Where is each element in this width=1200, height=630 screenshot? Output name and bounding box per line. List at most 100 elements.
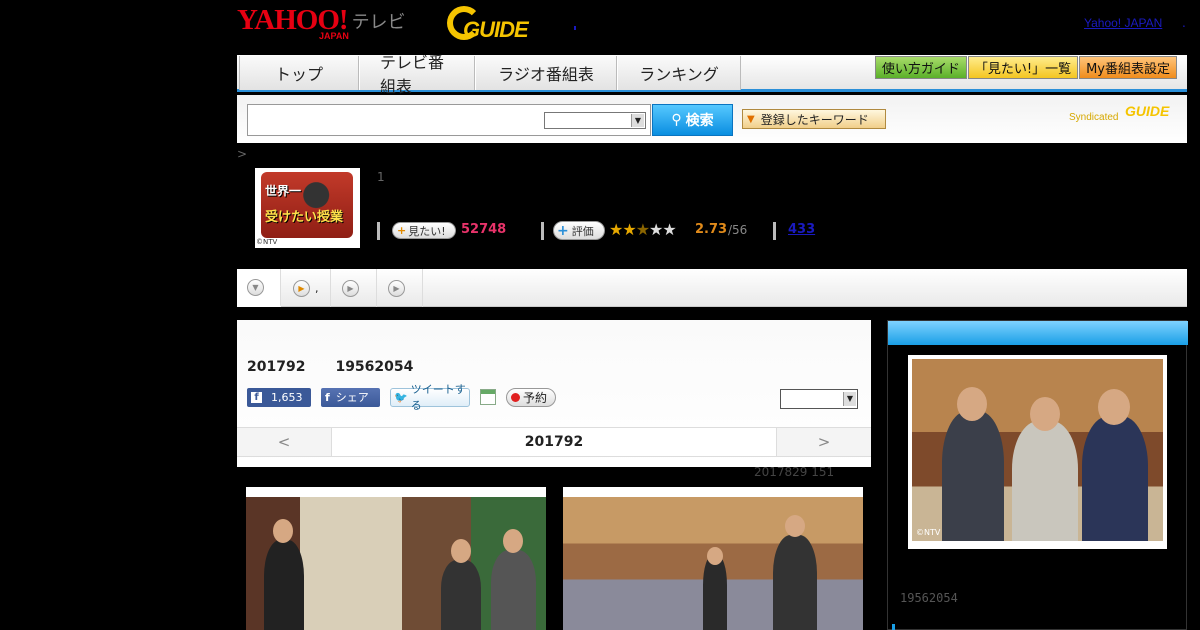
search-bar: ▼ ⚲ 検索 ▼ 登録したキーワード Syndicated GUIDE	[237, 95, 1187, 143]
twitter-bird-icon: 🐦	[394, 390, 408, 404]
play-icon: ▶	[388, 279, 405, 297]
chevron-down-icon: ▼	[843, 392, 856, 406]
person-head	[503, 529, 523, 553]
tab-top[interactable]: トップ	[239, 56, 359, 90]
hosts-photo-image: ©NTV	[912, 359, 1163, 541]
sidebar-episode-id: 19562054	[900, 591, 958, 605]
tab-radio-schedule[interactable]: ラジオ番組表	[475, 56, 617, 90]
sidebar-panel: ©NTV 19562054	[887, 320, 1188, 630]
person-figure	[773, 535, 817, 630]
rating-count: /56	[728, 223, 748, 237]
facebook-like-count: 1,653	[271, 390, 303, 404]
episode-photo-1[interactable]	[246, 487, 546, 630]
pager-next-button[interactable]: >	[776, 428, 871, 456]
yahoo-tv-logo[interactable]: YAHOO! JAPAN テレビ	[237, 6, 406, 42]
calendar-add-icon[interactable]	[480, 389, 496, 405]
search-category-select[interactable]: ▼	[544, 112, 646, 129]
saved-keywords-label: 登録したキーワード	[760, 112, 869, 127]
syndicated-gguide-logo: GUIDE	[1125, 103, 1170, 119]
star-filled-icon: ★★	[609, 220, 637, 239]
rate-button-label: 評価	[571, 224, 594, 238]
facebook-like-button[interactable]: f 1,653	[247, 387, 311, 407]
chevron-down-icon: ▼	[631, 114, 644, 127]
program-tab-strip: ▼ ▶ , ▶ ▶	[237, 269, 1187, 307]
tweet-button[interactable]: 🐦 ツイートする	[390, 383, 470, 412]
program-thumbnail[interactable]: 世界一 受けたい授業 ©NTV	[255, 168, 360, 248]
want-to-watch-button[interactable]: + 見たい!	[392, 222, 456, 239]
program-logo-line1: 世界一	[265, 184, 302, 198]
person-figure	[1012, 421, 1078, 541]
star-half-icon: ★	[635, 220, 650, 239]
person-figure	[1082, 416, 1148, 541]
tab-item-2[interactable]: ▶ ,	[283, 269, 331, 307]
divider	[773, 222, 776, 240]
pager-current-date: 201792	[332, 428, 776, 456]
person-head	[273, 519, 293, 543]
episode-date: 201792	[247, 359, 306, 375]
header-trailing-dot: .	[1182, 16, 1186, 30]
sidebar-photo-copyright: ©NTV	[916, 528, 941, 537]
rating-value: 2.73	[695, 222, 728, 237]
yahoo-japan-link[interactable]: Yahoo! JAPAN	[1084, 16, 1162, 30]
tweet-label: ツイートする	[410, 383, 466, 412]
tab-episodes[interactable]: ▼	[237, 269, 281, 307]
syndicated-text: Syndicated	[1069, 112, 1119, 123]
chevron-down-icon: ▼	[247, 278, 264, 296]
sidebar-photo[interactable]: ©NTV	[908, 355, 1167, 549]
rating-stars: ★★★★★	[609, 220, 677, 239]
tab-item-2-label: ,	[315, 281, 319, 295]
japan-logo-text: JAPAN	[319, 31, 349, 41]
person-head	[1030, 397, 1060, 431]
tab-item-3[interactable]: ▶	[332, 269, 377, 307]
episode-photo-2[interactable]	[563, 487, 863, 630]
facebook-icon: f	[325, 390, 330, 404]
rate-button[interactable]: + 評価	[553, 221, 605, 240]
plus-icon: +	[557, 222, 569, 239]
divider	[541, 222, 544, 240]
my-schedule-settings-button[interactable]: My番組表設定	[1079, 56, 1177, 79]
program-number: 1	[377, 170, 385, 184]
thumbnail-copyright: ©NTV	[256, 238, 278, 246]
nav-tabs: トップ テレビ番組表 ラジオ番組表 ランキング	[239, 53, 741, 96]
program-logo-line2: 受けたい授業	[265, 210, 344, 225]
facebook-icon: f	[251, 391, 262, 403]
person-figure	[703, 555, 727, 630]
search-button-label: 検索	[685, 113, 714, 129]
saved-keywords-button[interactable]: ▼ 登録したキーワード	[742, 109, 886, 129]
facebook-share-button[interactable]: f シェア	[321, 387, 380, 407]
search-icon: ⚲	[671, 112, 682, 128]
pager-prev-button[interactable]: <	[237, 428, 332, 456]
gguide-logo-text: GUIDE	[463, 17, 529, 42]
yahoo-logo-text: YAHOO!	[237, 4, 349, 36]
studio-scene-image	[246, 497, 546, 630]
facebook-share-label: シェア	[335, 391, 369, 404]
plus-icon: +	[397, 224, 407, 237]
person-figure	[441, 560, 481, 630]
star-empty-icon: ★★	[649, 220, 677, 239]
episode-select[interactable]: ▼	[780, 389, 858, 409]
dropdown-triangle-icon: ▼	[747, 113, 755, 125]
want-to-watch-count: 52748	[461, 222, 507, 237]
play-icon: ▶	[342, 279, 359, 297]
tab-item-4[interactable]: ▶	[378, 269, 423, 307]
search-button[interactable]: ⚲ 検索	[652, 104, 733, 136]
play-icon: ▶	[293, 279, 310, 297]
person-head	[707, 547, 723, 565]
divider-dot	[574, 26, 576, 30]
reserve-label: 予約	[523, 390, 548, 405]
divider	[377, 222, 380, 240]
person-figure	[491, 550, 536, 630]
watchlist-button[interactable]: 「見たい!」一覧	[967, 56, 1079, 79]
gguide-logo[interactable]: GUIDE	[447, 6, 543, 42]
tab-ranking[interactable]: ランキング	[617, 56, 741, 90]
breadcrumb[interactable]: >	[237, 147, 247, 161]
person-figure	[942, 411, 1004, 541]
episode-panel: 201792 19562054 f 1,653 f シェア 🐦 ツイートする 予約…	[237, 320, 871, 467]
person-head	[785, 515, 805, 537]
reserve-button[interactable]: 予約	[506, 387, 556, 407]
episode-pager: < 201792 >	[237, 427, 871, 457]
tab-tv-schedule[interactable]: テレビ番組表	[359, 53, 475, 96]
usage-guide-button[interactable]: 使い方ガイド	[874, 56, 967, 79]
updated-timestamp: 2017829 151	[754, 465, 835, 479]
review-count-link[interactable]: 433	[788, 222, 815, 237]
